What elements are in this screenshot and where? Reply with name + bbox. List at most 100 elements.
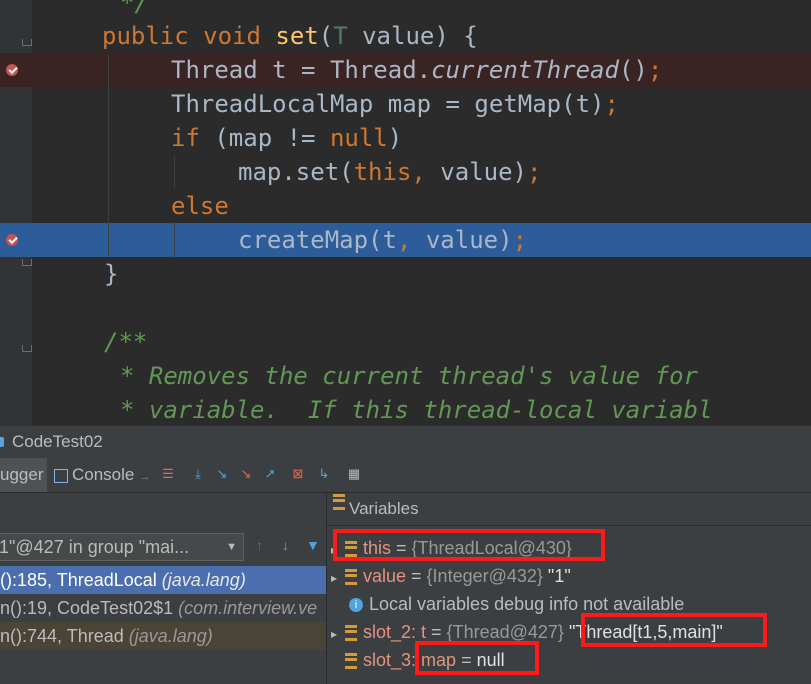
code-line[interactable]: * Removes the current thread's value for — [0, 359, 811, 393]
chevron-down-icon: ▼ — [226, 541, 237, 553]
expand-arrow-icon[interactable]: ▸ — [331, 564, 345, 592]
arrow-down-icon[interactable]: ↓ — [282, 537, 289, 553]
code-token: */ — [120, 0, 149, 17]
field-icon — [345, 625, 357, 642]
variable-equals: = — [426, 622, 447, 642]
code-token: if — [171, 124, 200, 152]
code-line[interactable]: map.set(this, value); — [0, 155, 811, 189]
tab-console-label: Console — [72, 465, 135, 484]
indent-guide — [174, 223, 175, 257]
code-line[interactable]: } — [0, 257, 811, 291]
variables-icon — [333, 494, 345, 510]
step-over-icon[interactable]: ⤓ — [190, 466, 206, 482]
code-text: else — [171, 189, 229, 223]
annotation-box — [581, 613, 767, 647]
code-line[interactable]: /** — [0, 325, 811, 359]
code-token: () — [618, 56, 648, 84]
variable-row-value[interactable]: ▸ value = {Integer@432} "1" — [327, 562, 811, 590]
debug-icon — [0, 437, 4, 447]
code-token: * Removes the current thread's value for — [120, 362, 698, 390]
indent-guide — [174, 155, 175, 189]
variable-row-map[interactable]: slot_3: map = null — [327, 646, 811, 674]
step-out-icon[interactable]: ↗ — [262, 466, 278, 482]
code-line[interactable]: * variable. If this thread-local variabl — [0, 393, 811, 425]
variables-pane: Variables ▸ this = {ThreadLocal@430} ▸ val… — [327, 493, 811, 684]
code-token: value) — [425, 158, 527, 186]
code-line[interactable]: ThreadLocalMap map = getMap(t); — [0, 87, 811, 121]
code-token: T — [333, 22, 348, 50]
variable-name: slot_2: t — [363, 622, 427, 642]
frame-package: (java.lang) — [128, 626, 213, 646]
code-token: currentThread — [431, 56, 619, 84]
debug-tab-bar: ugger Console → ☰ ⤓ ↘ ↘ ↗ ⊠ ↳ ▦ — [0, 458, 811, 493]
frame-method: ():185, ThreadLocal — [0, 570, 162, 590]
filter-icon[interactable]: ▼ — [306, 537, 320, 553]
breakpoint-icon[interactable] — [6, 234, 18, 246]
show-execution-point-icon[interactable]: ☰ — [160, 466, 176, 482]
stack-frame-selected[interactable]: ():185, ThreadLocal (java.lang) — [0, 566, 326, 594]
code-token: ThreadLocalMap map = getMap(t) — [171, 90, 605, 118]
code-token: ( — [318, 22, 334, 50]
info-text: Local variables debug info not available — [369, 594, 685, 614]
code-token: set — [275, 22, 319, 50]
code-token: else — [171, 192, 229, 220]
code-token: public void — [102, 22, 276, 50]
debug-tool-window: CodeTest02 ugger Console → ☰ ⤓ ↘ ↘ ↗ ⊠ ↳… — [0, 425, 811, 684]
fold-marker-icon[interactable] — [22, 259, 32, 266]
thread-selector-value: 1"@427 in group "mai... — [0, 537, 190, 557]
code-token: createMap(t — [238, 226, 397, 254]
code-token: value) { — [347, 22, 478, 50]
variables-header: Variables — [327, 493, 811, 526]
code-token: null — [329, 124, 388, 152]
breakpoint-icon[interactable] — [6, 64, 18, 76]
annotation-box — [333, 529, 605, 561]
run-to-cursor-icon[interactable]: ↳ — [316, 466, 332, 482]
code-token: * variable. If this thread-local variabl — [120, 396, 713, 424]
field-icon — [345, 569, 357, 586]
thread-selector[interactable]: 1"@427 in group "mai... ▼ — [0, 533, 244, 561]
run-config-title: CodeTest02 — [12, 432, 103, 451]
annotation-box — [415, 641, 539, 675]
field-icon — [345, 653, 357, 670]
indent-guide — [108, 55, 109, 255]
stack-frame[interactable]: n():744, Thread (java.lang) — [0, 622, 326, 650]
code-text: } — [104, 257, 118, 291]
code-text: createMap(t, value); — [238, 223, 527, 257]
code-text: map.set(this, value); — [238, 155, 541, 189]
code-token: ; — [604, 90, 619, 118]
code-line[interactable]: if (map != null) — [0, 121, 811, 155]
frame-package: (java.lang) — [161, 570, 246, 590]
code-token: (map != — [199, 124, 330, 152]
expand-arrow-icon[interactable]: ▸ — [331, 620, 345, 648]
evaluate-expression-icon[interactable]: ▦ — [346, 466, 362, 482]
code-text: if (map != null) — [171, 121, 402, 155]
arrow-up-icon[interactable]: ↑ — [256, 537, 263, 553]
code-token: ; — [512, 226, 528, 254]
code-text: public void set(T value) { — [102, 19, 478, 53]
tab-debugger[interactable]: ugger — [0, 458, 48, 492]
step-into-icon[interactable]: ↘ — [214, 466, 230, 482]
code-token: /** — [104, 328, 148, 356]
code-token: Thread t = Thread. — [171, 56, 432, 84]
stack-frame[interactable]: n():19, CodeTest02$1 (com.interview.ve — [0, 594, 326, 622]
frame-package: (com.interview.ve — [178, 598, 318, 618]
console-icon — [54, 468, 68, 483]
code-line[interactable]: else — [0, 189, 811, 223]
frame-method: n():744, Thread — [0, 626, 129, 646]
code-editor[interactable]: */ public void set(T value) { Thread t =… — [0, 0, 811, 425]
frame-method: n():19, CodeTest02$1 — [0, 598, 179, 618]
code-line-breakpoint[interactable]: Thread t = Thread.currentThread(); — [0, 53, 811, 87]
debug-title-bar: CodeTest02 — [0, 425, 811, 459]
code-token: , — [396, 226, 412, 254]
code-text: * Removes the current thread's value for — [120, 359, 698, 393]
code-line[interactable]: public void set(T value) { — [0, 19, 811, 53]
fold-marker-icon[interactable] — [22, 39, 32, 46]
frames-pane: ames -+ 1"@427 in group "mai... ▼ ↑ ↓ ▼ … — [0, 493, 327, 684]
code-token: map.set( — [238, 158, 354, 186]
tab-console[interactable]: Console → — [50, 458, 154, 492]
code-line-current-execution[interactable]: createMap(t, value); — [0, 223, 811, 257]
drop-frame-icon[interactable]: ⊠ — [290, 466, 306, 482]
fold-marker-icon[interactable] — [22, 345, 32, 352]
force-step-into-icon[interactable]: ↘ — [238, 466, 254, 482]
code-line[interactable]: */ — [0, 0, 811, 20]
